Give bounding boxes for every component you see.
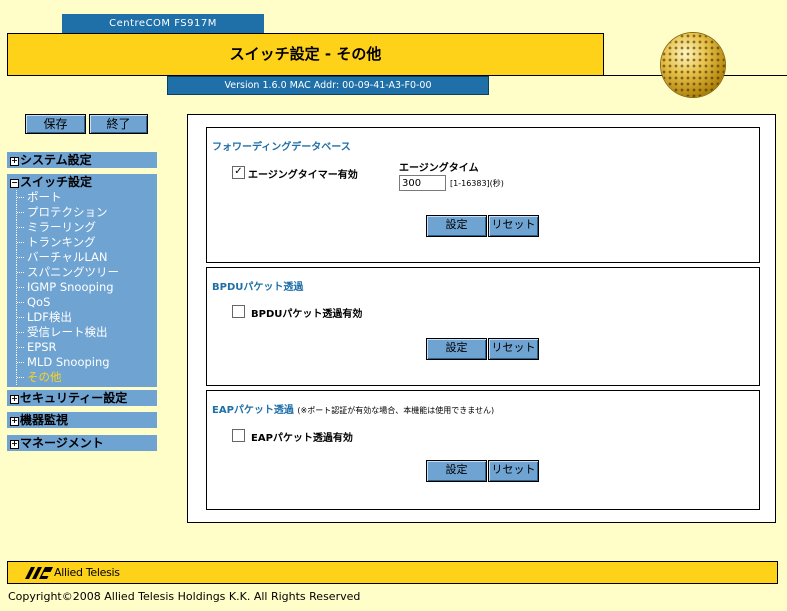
sidebar-subitem-mld-snooping[interactable]: MLD Snooping	[16, 355, 157, 370]
sidebar-subitem-igmp-snooping[interactable]: IGMP Snooping	[16, 280, 157, 295]
sidebar-subitem-ldf[interactable]: LDF検出	[16, 310, 157, 325]
aging-timer-checkbox[interactable]: ✓	[232, 166, 245, 179]
sidebar-item-system[interactable]: + システム設定	[7, 152, 157, 168]
eap-enable-label: EAPパケット透過有効	[251, 433, 353, 444]
sidebar-subitem-port[interactable]: ポート	[16, 190, 157, 205]
fdb-section-title: フォワーディングデータベース	[212, 142, 351, 153]
fdb-reset-button[interactable]: リセット	[488, 215, 539, 237]
sidebar-item-management[interactable]: + マネージメント	[7, 435, 157, 451]
sidebar-subitem-other[interactable]: その他	[16, 370, 157, 385]
expand-icon: +	[10, 156, 19, 166]
eap-section: EAPパケット透過 (※ポート認証が有効な場合、本機能は使用できません) EAP…	[206, 390, 760, 510]
eap-section-title: EAPパケット透過 (※ポート認証が有効な場合、本機能は使用できません)	[212, 401, 494, 416]
main-panel: フォワーディングデータベース ✓ エージングタイマー有効 エージングタイム [1…	[187, 114, 776, 523]
globe-logo-icon	[661, 33, 725, 97]
bpdu-reset-button[interactable]: リセット	[488, 338, 539, 360]
save-button[interactable]: 保存	[25, 114, 86, 134]
model-name-tab: CentreCOM FS917M	[62, 14, 264, 34]
eap-note: (※ポート認証が有効な場合、本機能は使用できません)	[297, 406, 495, 415]
page-title: スイッチ設定 - その他	[7, 33, 604, 76]
sidebar-item-label: スイッチ設定	[20, 175, 93, 189]
sidebar-subitem-spanning-tree[interactable]: スパニングツリー	[16, 265, 157, 280]
bpdu-set-button[interactable]: 設定	[426, 338, 487, 360]
fdb-section: フォワーディングデータベース ✓ エージングタイマー有効 エージングタイム [1…	[206, 127, 760, 263]
sidebar-subitem-qos[interactable]: QoS	[16, 295, 157, 310]
aging-time-input[interactable]	[399, 175, 446, 191]
sidebar-item-label: マネージメント	[20, 436, 104, 450]
aging-time-label: エージングタイム	[399, 163, 479, 174]
footer-logo-text: Allied Telesis	[54, 566, 120, 579]
sidebar-subitem-epsr[interactable]: EPSR	[16, 340, 157, 355]
eap-set-button[interactable]: 設定	[426, 460, 487, 482]
sidebar-item-security[interactable]: + セキュリティー設定	[7, 390, 157, 406]
eap-enable-checkbox[interactable]	[232, 429, 245, 442]
expand-icon: +	[10, 394, 19, 404]
switch-submenu: ポート プロテクション ミラーリング トランキング バーチャルLAN スパニング…	[7, 190, 157, 385]
footer-bar: Allied Telesis	[7, 561, 778, 584]
sidebar-item-label: システム設定	[20, 153, 92, 167]
sidebar-subitem-mirroring[interactable]: ミラーリング	[16, 220, 157, 235]
sidebar-subitem-rx-rate[interactable]: 受信レート検出	[16, 325, 157, 340]
expand-icon: +	[10, 439, 19, 449]
sidebar-item-label: 機器監視	[20, 413, 69, 427]
expand-icon: +	[10, 416, 19, 426]
sidebar-switch-header[interactable]: − スイッチ設定	[7, 174, 157, 190]
fdb-set-button[interactable]: 設定	[426, 215, 487, 237]
copyright-text: Copyright©2008 Allied Telesis Holdings K…	[8, 590, 361, 603]
collapse-icon: −	[10, 178, 19, 188]
bpdu-section: BPDUパケット透過 BPDUパケット透過有効 設定 リセット	[206, 267, 760, 386]
bpdu-enable-checkbox[interactable]	[232, 305, 245, 318]
bpdu-enable-label: BPDUパケット透過有効	[251, 309, 363, 320]
sidebar-item-label: セキュリティー設定	[20, 391, 128, 405]
sidebar-item-switch: − スイッチ設定 ポート プロテクション ミラーリング トランキング バーチャルL…	[7, 174, 157, 387]
eap-title-text: EAPパケット透過	[212, 405, 294, 416]
sidebar-subitem-trunking[interactable]: トランキング	[16, 235, 157, 250]
eap-reset-button[interactable]: リセット	[488, 460, 539, 482]
version-info: Version 1.6.0 MAC Addr: 00-09-41-A3-F0-0…	[167, 76, 489, 95]
bpdu-section-title: BPDUパケット透過	[212, 282, 304, 293]
allied-telesis-logo-icon	[25, 567, 53, 579]
sidebar-subitem-protection[interactable]: プロテクション	[16, 205, 157, 220]
aging-time-range: [1-16383](秒)	[450, 179, 504, 188]
exit-button[interactable]: 終了	[89, 114, 148, 134]
aging-timer-label: エージングタイマー有効	[248, 170, 358, 181]
sidebar-subitem-vlan[interactable]: バーチャルLAN	[16, 250, 157, 265]
sidebar-item-monitor[interactable]: + 機器監視	[7, 412, 157, 428]
